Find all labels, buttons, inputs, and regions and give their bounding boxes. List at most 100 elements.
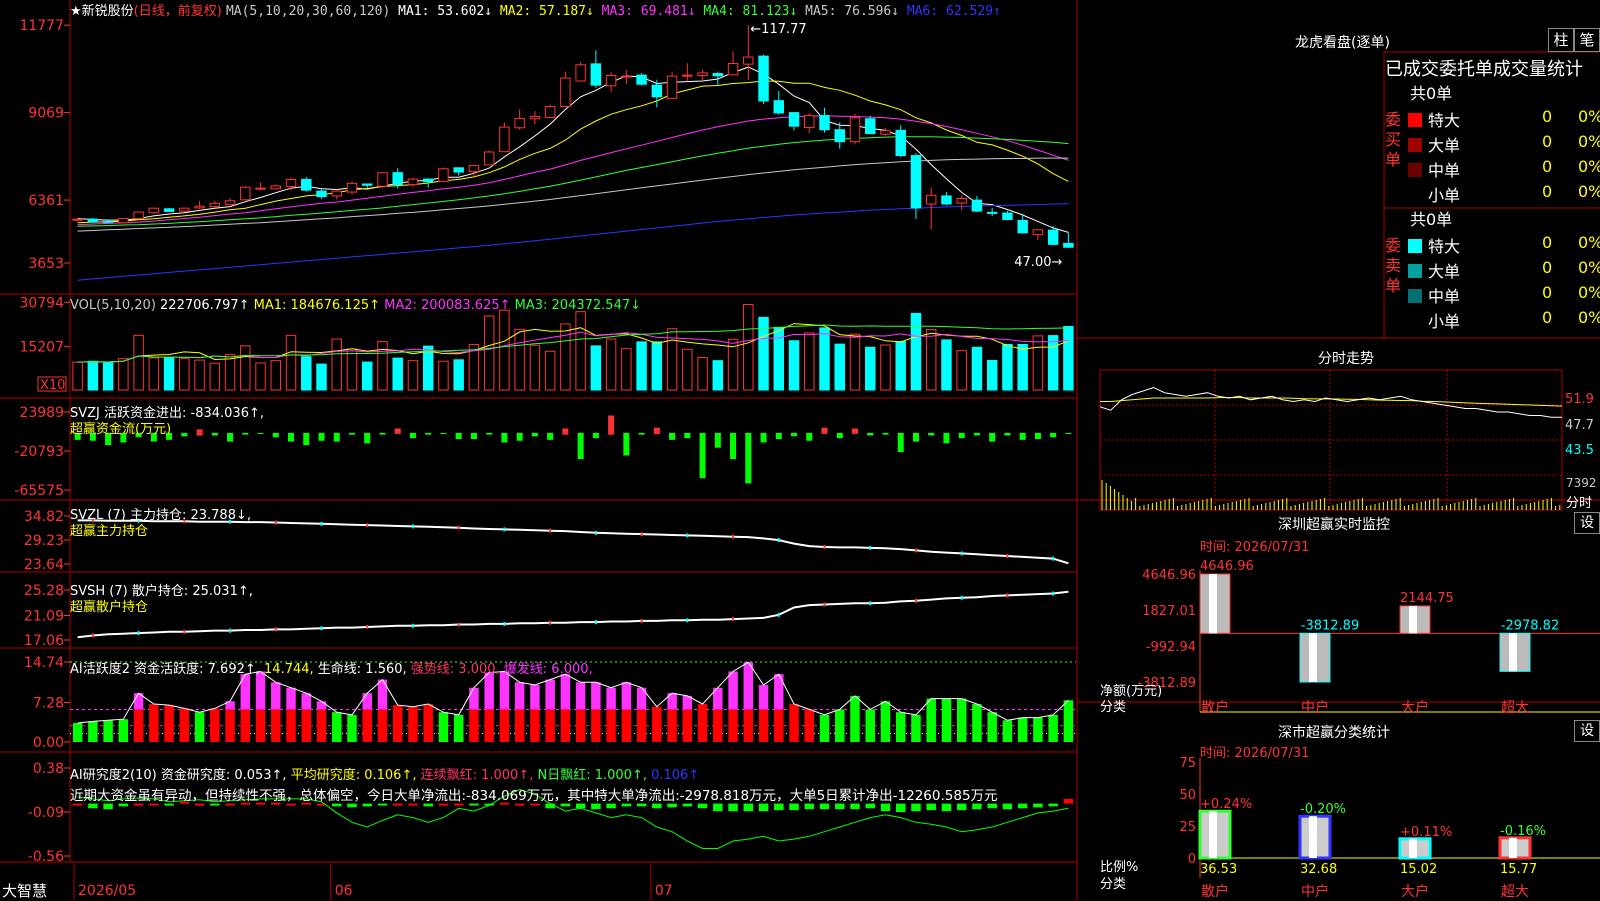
candle-down: [941, 195, 952, 205]
candle-up: [804, 115, 815, 128]
order-type: 小单: [1428, 312, 1461, 331]
p-svzl-tick: [1052, 556, 1055, 561]
stock-name[interactable]: ★新锐股份: [70, 4, 134, 19]
candle-down: [651, 84, 663, 98]
order-type: 大单: [1428, 136, 1461, 155]
x-axis-label: 06: [335, 883, 353, 899]
volume-bar: [621, 348, 632, 391]
volume-bar: [194, 359, 205, 391]
vol-tick-label: 30794: [19, 295, 64, 311]
ai1-bar-red: [530, 709, 540, 742]
volume-bar: [636, 341, 647, 391]
svzj-bar: [1065, 432, 1072, 434]
volume-bar: [240, 345, 251, 391]
ai1-bar-red: [362, 709, 372, 742]
p-svzl-tick: [503, 527, 506, 532]
szc-category: 中户: [1301, 883, 1329, 900]
svzj-bar: [242, 432, 249, 435]
intraday-title: 分时走势: [1318, 351, 1374, 367]
candle-down: [712, 73, 724, 77]
ai1-bar-red: [149, 704, 159, 742]
p-svzl-tick: [960, 551, 963, 556]
volume-bar: [956, 350, 967, 391]
sz-class-settings-button[interactable]: 设: [1574, 720, 1600, 742]
svzj-ref-bar: [851, 432, 858, 434]
svzj-bar: [592, 432, 599, 439]
p-svsh-tick: [960, 595, 963, 600]
tick-mode-button[interactable]: 笔: [1574, 28, 1600, 52]
p-svzl-tick: [732, 534, 735, 539]
candle-down: [590, 63, 602, 86]
p-svzl-tick-label: 34.82: [24, 509, 64, 525]
ai1-bar-green: [1048, 714, 1058, 742]
indicator-value: MA1: 53.602↓: [390, 4, 493, 19]
bar-mode-button[interactable]: 柱: [1548, 28, 1574, 52]
vol-unit: X10: [40, 378, 65, 393]
intraday-price-label: 47.7: [1565, 418, 1594, 433]
ai1-bar-red: [789, 704, 799, 742]
candle-down: [102, 220, 114, 223]
ai1-bar-magenta: [728, 671, 738, 710]
ai2-bar: [865, 803, 875, 809]
ai2-tick-label: -0.56: [28, 849, 64, 865]
szm-value-label: 4646.96: [1200, 559, 1254, 574]
svzj-title: 超赢资金流(万元): [70, 422, 172, 437]
sz-monitor-time: 时间: 2026/07/31: [1200, 540, 1310, 555]
ai1-bar-red: [667, 709, 677, 742]
ai1-bar-green: [347, 714, 357, 742]
kline-panel[interactable]: 11777 9069 6361 3653 ←117.77 47.00→: [19, 18, 1074, 281]
candle-down: [422, 178, 434, 183]
volume-bar: [986, 359, 998, 391]
p-svsh-tick: [823, 602, 826, 607]
candle-up: [118, 218, 129, 224]
svzj-bar: [333, 432, 340, 442]
szm-bar-highlight: [1509, 633, 1517, 672]
svzj-bar: [1019, 432, 1026, 440]
szc-change-label: -0.16%: [1500, 824, 1546, 839]
svzj-bar: [257, 432, 264, 434]
candle-up: [209, 202, 221, 208]
ai1-bar-green: [926, 698, 936, 742]
ai1-bar-green: [1063, 700, 1074, 742]
svzj-bar: [775, 432, 782, 439]
svzj-bar: [181, 432, 188, 437]
candle-up: [179, 207, 190, 212]
candle-up: [240, 186, 251, 201]
volume-bar: [895, 341, 906, 391]
candle-up: [544, 105, 556, 118]
sz-class-xlabel: 分类: [1100, 877, 1127, 892]
volume-bar: [453, 359, 464, 391]
indicator-value: 222706.797↑: [155, 298, 250, 313]
candle-down: [1017, 219, 1028, 234]
volume-bar: [407, 360, 419, 391]
ai1-bar-red: [377, 709, 388, 742]
volume-bar: [1032, 335, 1044, 391]
p-svsh-tick: [1006, 593, 1009, 598]
ai1-tick-label: 14.74: [24, 655, 64, 671]
ai1-bar-green: [880, 701, 891, 742]
svzj-bar: [836, 432, 843, 439]
candle-down: [910, 155, 922, 209]
svzj-bar: [714, 432, 721, 448]
ai1-bar-magenta: [560, 674, 571, 710]
szm-tick: -992.94: [1146, 640, 1196, 655]
svzj-bar: [348, 432, 355, 435]
chart-mode[interactable]: (日线，前复权): [134, 4, 222, 19]
szm-category: 散户: [1201, 699, 1229, 716]
szm-bar-highlight: [1309, 633, 1317, 682]
indicator-value: 0.106↑: [646, 768, 700, 783]
sz-monitor-settings-button[interactable]: 设: [1574, 512, 1600, 534]
p-svsh-tick: [503, 621, 506, 626]
ai1-bar-red: [560, 709, 571, 742]
candle-down: [163, 208, 175, 212]
p-svzl-tick: [366, 523, 369, 528]
svzj-bar: [821, 427, 828, 433]
ai1-tick-label: 7.28: [33, 695, 64, 711]
volume-bar: [925, 329, 937, 391]
p-svsh-tick: [366, 624, 369, 629]
volume-bar: [285, 334, 297, 391]
order-count: 0: [1542, 132, 1553, 151]
order-count: 0: [1542, 157, 1553, 176]
svzl-title: 超赢主力持仓: [70, 524, 149, 539]
candle-up: [697, 72, 708, 76]
